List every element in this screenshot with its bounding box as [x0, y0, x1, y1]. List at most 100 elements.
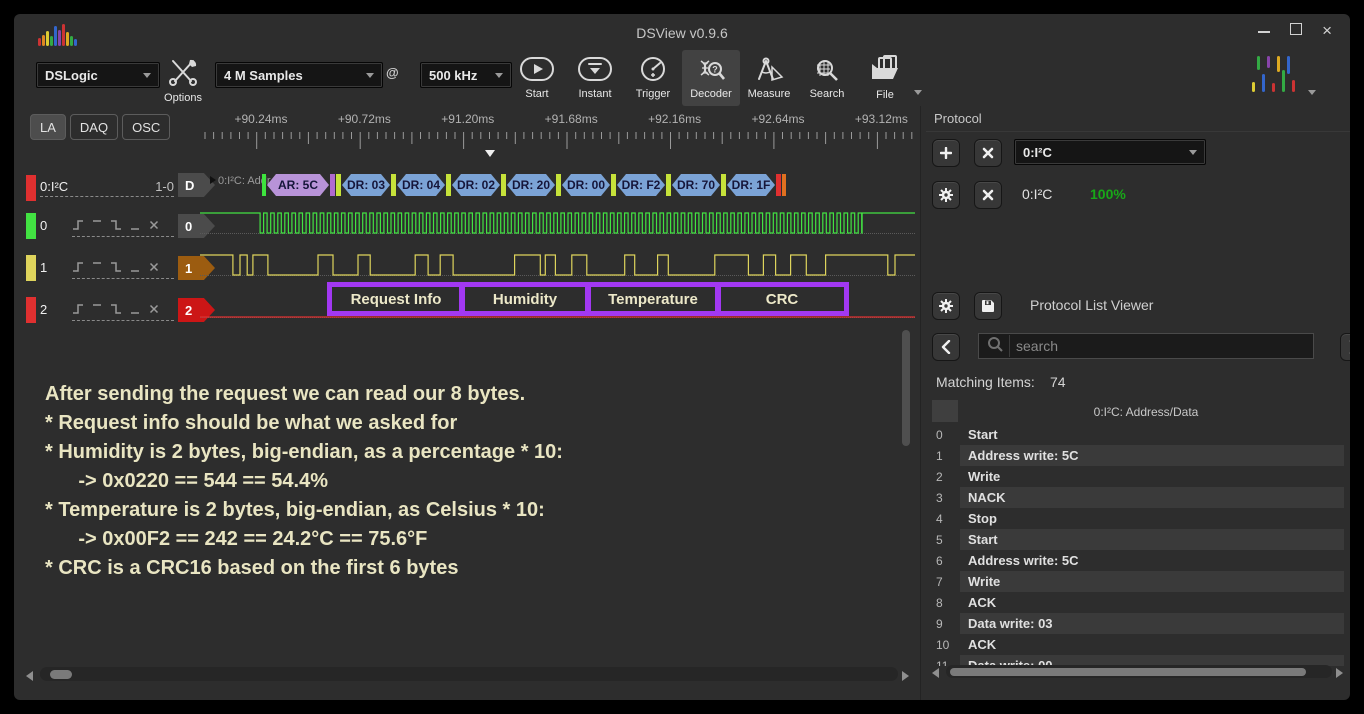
- protocol-list-row[interactable]: 10ACK: [932, 634, 1344, 655]
- protocol-list-row[interactable]: 1Address write: 5C: [932, 445, 1344, 466]
- i2c-write-annotation[interactable]: [330, 174, 335, 196]
- channel-color-tab[interactable]: [26, 297, 36, 323]
- list-viewer-settings-button[interactable]: [932, 292, 960, 320]
- file-chevron-down-icon[interactable]: [914, 90, 922, 95]
- i2c-ack-annotation[interactable]: [391, 174, 396, 196]
- gear-icon: [938, 298, 954, 314]
- decoder-instance-name: 0:I²C: [1022, 186, 1052, 202]
- ruler-cursor-icon[interactable]: [485, 150, 495, 157]
- i2c-data-annotation[interactable]: DR: 04: [397, 174, 445, 196]
- device-select[interactable]: DSLogic: [36, 62, 160, 88]
- toolbar-button-instant[interactable]: Instant: [566, 50, 624, 106]
- toolbar-button-measure[interactable]: Measure: [740, 50, 798, 106]
- i2c-data-annotation[interactable]: DR: 70: [672, 174, 720, 196]
- decoder-type-select[interactable]: 0:I²C: [1014, 139, 1206, 165]
- protocol-list-row[interactable]: 4Stop: [932, 508, 1344, 529]
- protocol-list-row[interactable]: 8ACK: [932, 592, 1344, 613]
- remove-all-decoders-button[interactable]: [974, 139, 1002, 167]
- maximize-button[interactable]: [1290, 22, 1302, 39]
- channel-number: 2: [40, 302, 47, 317]
- toolbar-button-start[interactable]: Start: [508, 50, 566, 106]
- protocol-list-row[interactable]: 5Start: [932, 529, 1344, 550]
- decoder-annotations[interactable]: AR: 5C DR: 03 DR: 04 DR: 02 DR: 20 DR: 00 DR: …: [262, 174, 787, 196]
- toolbar-button-file[interactable]: File: [856, 50, 914, 106]
- i2c-stop-annotation[interactable]: [782, 174, 786, 196]
- protocol-list[interactable]: 0Start1Address write: 5C2Write3NACK4Stop…: [932, 424, 1344, 666]
- i2c-nack-annotation[interactable]: [776, 174, 781, 196]
- list-hscrollbar-thumb[interactable]: [950, 668, 1306, 676]
- mode-tab-osc[interactable]: OSC: [122, 114, 170, 140]
- gear-icon: [938, 187, 954, 203]
- i2c-data-annotation[interactable]: DR: F2: [617, 174, 665, 196]
- toolbar-button-search[interactable]: Search: [798, 50, 856, 106]
- i2c-data-annotation[interactable]: DR: 00: [562, 174, 610, 196]
- i2c-address-annotation[interactable]: AR: 5C: [267, 174, 329, 196]
- i2c-start-annotation[interactable]: [262, 174, 266, 196]
- decoder-expand-icon[interactable]: [210, 176, 216, 184]
- channel-color-tab[interactable]: [26, 255, 36, 281]
- decoder-settings-button[interactable]: [932, 181, 960, 209]
- ruler-label: +91.68ms: [545, 112, 598, 126]
- channel-row-0[interactable]: 00: [14, 206, 915, 246]
- list-scroll-right-arrow[interactable]: [1336, 668, 1343, 678]
- main-hscrollbar[interactable]: [40, 667, 898, 681]
- minimize-button[interactable]: [1258, 22, 1270, 39]
- protocol-search-box[interactable]: [978, 333, 1314, 359]
- protocol-list-row[interactable]: 2Write: [932, 466, 1344, 487]
- i2c-data-annotation[interactable]: DR: 03: [342, 174, 390, 196]
- i2c-ack-annotation[interactable]: [611, 174, 616, 196]
- search-input[interactable]: [1009, 335, 1313, 357]
- dreamsourcelab-logo-icon: [1252, 56, 1304, 92]
- decoder-remove-button[interactable]: [974, 181, 1002, 209]
- protocol-list-row[interactable]: 0Start: [932, 424, 1344, 445]
- i2c-ack-annotation[interactable]: [556, 174, 561, 196]
- toolbar-button-label: Start: [525, 88, 548, 100]
- mode-tab-la[interactable]: LA: [30, 114, 66, 140]
- scroll-left-arrow[interactable]: [26, 671, 33, 681]
- list-scroll-left-arrow[interactable]: [932, 668, 939, 678]
- decoder-row[interactable]: 0:I²C 1-0 D 0:I²C: Addr AR: 5CDR: 03DR: …: [14, 170, 915, 210]
- i2c-ack-annotation[interactable]: [501, 174, 506, 196]
- close-button[interactable]: ×: [1322, 25, 1332, 37]
- i2c-ack-annotation[interactable]: [336, 174, 341, 196]
- i2c-data-annotation[interactable]: DR: 20: [507, 174, 555, 196]
- dock-divider[interactable]: [920, 106, 921, 700]
- search-next-button[interactable]: [1340, 333, 1350, 361]
- toolbar-button-decoder[interactable]: ?Decoder: [682, 50, 740, 106]
- protocol-list-row[interactable]: 3NACK: [932, 487, 1344, 508]
- channel-color-tab[interactable]: [26, 213, 36, 239]
- rate-select[interactable]: 500 kHz: [420, 62, 512, 88]
- main-hscrollbar-thumb[interactable]: [50, 670, 72, 679]
- highlight-box-crc: CRC: [715, 282, 849, 316]
- search-prev-button[interactable]: [932, 333, 960, 361]
- protocol-list-row[interactable]: 9Data write: 03: [932, 613, 1344, 634]
- decoder-color-tab[interactable]: [26, 175, 36, 201]
- main-vscrollbar-thumb[interactable]: [902, 330, 910, 446]
- row-index: 2: [932, 470, 960, 484]
- i2c-data-annotation[interactable]: DR: 02: [452, 174, 500, 196]
- list-viewer-save-button[interactable]: [974, 292, 1002, 320]
- options-button[interactable]: Options: [158, 52, 208, 108]
- i2c-ack-annotation[interactable]: [721, 174, 726, 196]
- add-decoder-button[interactable]: [932, 139, 960, 167]
- chevron-down-icon: [495, 73, 503, 78]
- row-index: 10: [932, 638, 960, 652]
- scroll-right-arrow[interactable]: [902, 671, 909, 681]
- toolbar-button-label: Search: [810, 88, 845, 100]
- i2c-ack-annotation[interactable]: [446, 174, 451, 196]
- close-x-icon: [982, 147, 994, 159]
- ruler-label: +90.24ms: [234, 112, 287, 126]
- protocol-list-row[interactable]: 6Address write: 5C: [932, 550, 1344, 571]
- title-bar[interactable]: DSView v0.9.6 ×: [14, 14, 1350, 50]
- channel-waveform[interactable]: [200, 206, 915, 246]
- time-ruler[interactable]: +90.24ms+90.72ms+91.20ms+91.68ms+92.16ms…: [200, 110, 915, 162]
- brand-chevron-down-icon[interactable]: [1308, 90, 1316, 95]
- i2c-ack-annotation[interactable]: [666, 174, 671, 196]
- protocol-list-row[interactable]: 7Write: [932, 571, 1344, 592]
- mode-tab-daq[interactable]: DAQ: [70, 114, 118, 140]
- toolbar-button-trigger[interactable]: Trigger: [624, 50, 682, 106]
- ruler-label: +93.12ms: [855, 112, 908, 126]
- list-viewer-title: Protocol List Viewer: [1030, 297, 1153, 313]
- samples-select[interactable]: 4 M Samples: [215, 62, 383, 88]
- i2c-data-annotation[interactable]: DR: 1F: [727, 174, 775, 196]
